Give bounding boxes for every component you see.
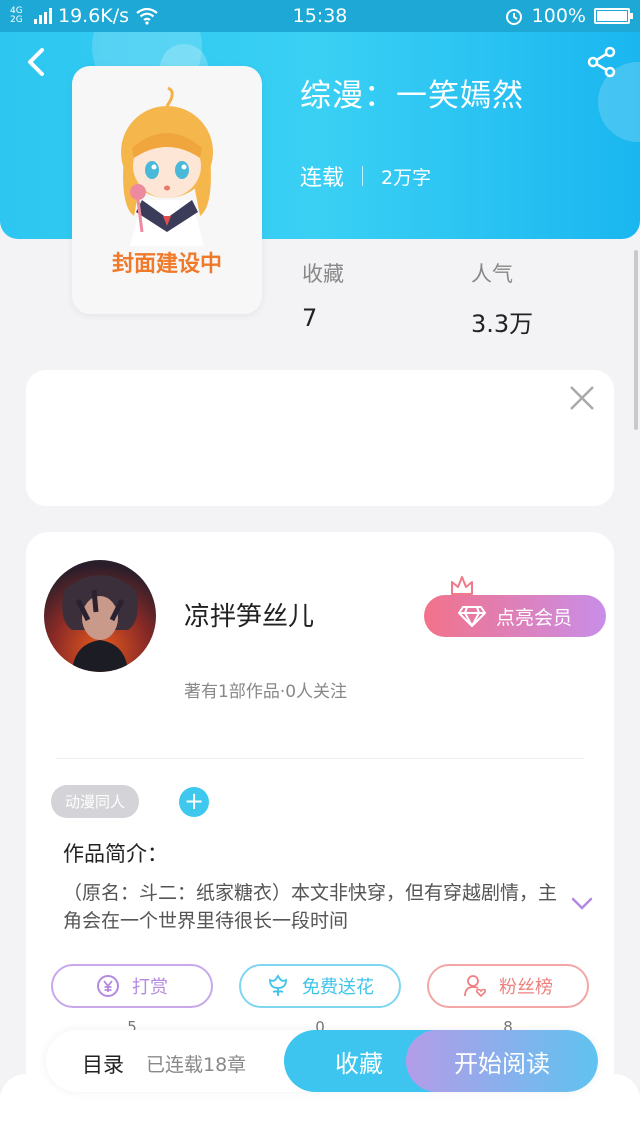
ad-banner[interactable] xyxy=(26,370,614,506)
vip-button[interactable]: 点亮会员 xyxy=(424,595,606,637)
add-tag-button[interactable]: + xyxy=(179,787,209,817)
fan-rank-label: 粉丝榜 xyxy=(499,977,553,998)
author-name[interactable]: 凉拌笋丝儿 xyxy=(184,596,314,633)
scrollbar[interactable] xyxy=(634,250,638,430)
toc-button[interactable]: 目录 xyxy=(82,1049,124,1079)
intro-label: 作品简介： xyxy=(63,842,168,866)
fan-rank-icon xyxy=(464,975,487,998)
flower-icon xyxy=(269,974,287,996)
diamond-icon xyxy=(457,606,486,627)
start-reading-button[interactable]: 开始阅读 xyxy=(406,1030,598,1092)
fan-rank-button[interactable]: 粉丝榜 xyxy=(427,964,589,1008)
yen-coin-icon xyxy=(97,975,119,997)
chevron-down-icon[interactable] xyxy=(570,896,594,912)
share-button[interactable] xyxy=(586,46,618,78)
tip-label: 打赏 xyxy=(132,977,168,998)
meta-divider xyxy=(362,166,364,186)
popularity-label: 人气 xyxy=(471,262,513,286)
favorites-value: 7 xyxy=(302,304,318,332)
send-flower-label: 免费送花 xyxy=(302,977,374,998)
popularity-value: 3.3万 xyxy=(471,310,534,338)
intro-text: （原名：斗二：纸家糖衣）本文非快穿，但有穿越剧情，主角会在一个世界里待很长一段时… xyxy=(63,882,558,932)
favorites-label: 收藏 xyxy=(302,262,344,286)
book-cover[interactable]: 封面建设中 xyxy=(72,66,262,314)
section-divider xyxy=(56,758,584,759)
tip-button[interactable]: 打赏 xyxy=(51,964,213,1008)
cover-illustration xyxy=(121,86,213,246)
crown-icon xyxy=(451,576,473,595)
status-bar: 4G 2G 19.6K/s 15:38 100% xyxy=(0,0,640,32)
vip-label: 点亮会员 xyxy=(495,606,572,629)
battery-percent: 100% xyxy=(531,5,586,27)
battery-icon xyxy=(594,8,633,24)
popularity-stat: 人气 3.3万 xyxy=(471,258,533,339)
alarm-icon xyxy=(505,9,522,25)
author-avatar[interactable] xyxy=(44,560,156,672)
book-meta: 连载 2万字 xyxy=(300,160,431,192)
avatar-image xyxy=(62,575,138,672)
close-icon[interactable] xyxy=(568,384,596,412)
bottom-action-bar: 目录 已连载18章 收藏 开始阅读 xyxy=(46,1030,598,1092)
word-count: 2万字 xyxy=(381,166,432,189)
cover-placeholder-text: 封面建设中 xyxy=(111,252,222,277)
book-title: 综漫：一笑嫣然 xyxy=(300,78,524,114)
send-flower-button[interactable]: 免费送花 xyxy=(239,964,401,1008)
favorites-stat: 收藏 7 xyxy=(302,258,344,332)
serial-status: 连载 xyxy=(300,166,345,191)
chapter-count[interactable]: 已连载18章 xyxy=(146,1050,246,1077)
back-button[interactable] xyxy=(20,46,52,78)
author-stats: 著有1部作品·0人关注 xyxy=(184,682,348,702)
genre-tag[interactable]: 动漫同人 xyxy=(51,785,140,818)
